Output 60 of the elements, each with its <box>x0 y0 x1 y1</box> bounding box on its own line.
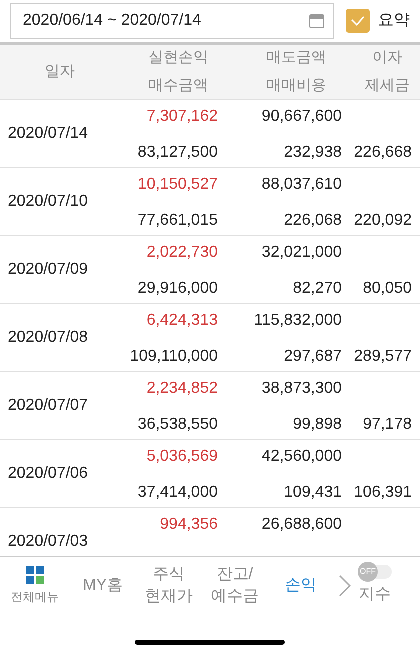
table-cell-text: 90,667,600 <box>260 107 342 127</box>
grid-icon <box>26 566 44 584</box>
table-cell-text: 226,668 <box>353 143 412 163</box>
table-cell-text: 106,391 <box>353 483 412 503</box>
column-header: 제세금 <box>365 76 410 96</box>
column-header: 실현손익 <box>148 48 209 68</box>
table-cell-text: 29,916,000 <box>136 279 218 299</box>
table-cell-text: 42,560,000 <box>260 447 342 467</box>
column-header: 매수금액 <box>148 76 209 96</box>
check-icon <box>351 16 365 26</box>
table-cell-text: 7,307,162 <box>146 107 218 127</box>
nav-tab[interactable]: MY홈 <box>70 575 136 597</box>
table-cell-text: 99,898 <box>292 415 342 435</box>
table-cell-text: 2020/07/14 <box>8 124 88 144</box>
nav-tab[interactable]: 주식 현재가 <box>136 564 202 608</box>
table-cell-text: 88,037,610 <box>260 175 342 195</box>
table-cell-text: 82,270 <box>292 279 342 299</box>
table-cell-text: 2020/07/10 <box>8 192 88 212</box>
column-header: 매도금액 <box>266 48 326 68</box>
table-cell-text: 2,022,730 <box>146 243 218 263</box>
index-toggle[interactable]: OFF <box>358 565 392 579</box>
table-cell-text: 83,127,500 <box>136 143 218 163</box>
table-cell-text: 297,687 <box>283 347 342 367</box>
table-cell-text: 2020/07/06 <box>8 464 88 484</box>
table-cell-text: 32,021,000 <box>260 243 342 263</box>
table-cell-text: 2020/07/09 <box>8 260 88 280</box>
table-cell-text: 38,873,300 <box>260 379 342 399</box>
table-cell-text: 2020/07/03 <box>8 532 88 552</box>
table-cell-text: 97,178 <box>362 415 412 435</box>
table-cell-text: 77,661,015 <box>136 211 218 231</box>
table-cell-text: 26,688,600 <box>260 515 342 535</box>
summary-checkbox[interactable] <box>346 9 370 33</box>
table-cell-text: 36,538,550 <box>136 415 218 435</box>
column-header: 이자 <box>372 48 403 68</box>
nav-tab[interactable]: 잔고/ 예수금 <box>202 564 268 608</box>
table-cell-text: 289,577 <box>353 347 412 367</box>
calendar-icon[interactable] <box>309 14 325 28</box>
column-header: 매매비용 <box>266 76 326 96</box>
table-cell-text: 2020/07/07 <box>8 396 88 416</box>
chevron-right-icon[interactable] <box>338 574 352 598</box>
table-cell-text: 2,234,852 <box>146 379 218 399</box>
index-label: 지수 <box>359 585 391 605</box>
table-cell-text: 220,092 <box>353 211 412 231</box>
table-cell-text: 232,938 <box>283 143 342 163</box>
nav-tab[interactable]: 손익 <box>268 575 334 597</box>
summary-label: 요약 <box>378 11 410 31</box>
table-cell-text: 109,110,000 <box>129 347 218 367</box>
table-cell-text: 5,036,569 <box>146 447 218 467</box>
table-cell-text: 6,424,313 <box>146 311 218 331</box>
table-cell-text: 115,832,000 <box>253 311 342 331</box>
table-cell-text: 994,356 <box>159 515 218 535</box>
column-header: 일자 <box>44 62 75 82</box>
table-cell-text: 226,068 <box>283 211 342 231</box>
table-cell-text: 2020/07/08 <box>8 328 88 348</box>
nav-tab[interactable]: 전체메뉴 <box>0 566 70 606</box>
table-cell-text: 37,414,000 <box>136 483 218 503</box>
table-cell-text: 109,431 <box>283 483 342 503</box>
table-cell-text: 80,050 <box>362 279 412 299</box>
date-range-field[interactable]: 2020/06/14 ~ 2020/07/14 <box>10 3 334 39</box>
table-cell-text: 10,150,527 <box>136 175 218 195</box>
